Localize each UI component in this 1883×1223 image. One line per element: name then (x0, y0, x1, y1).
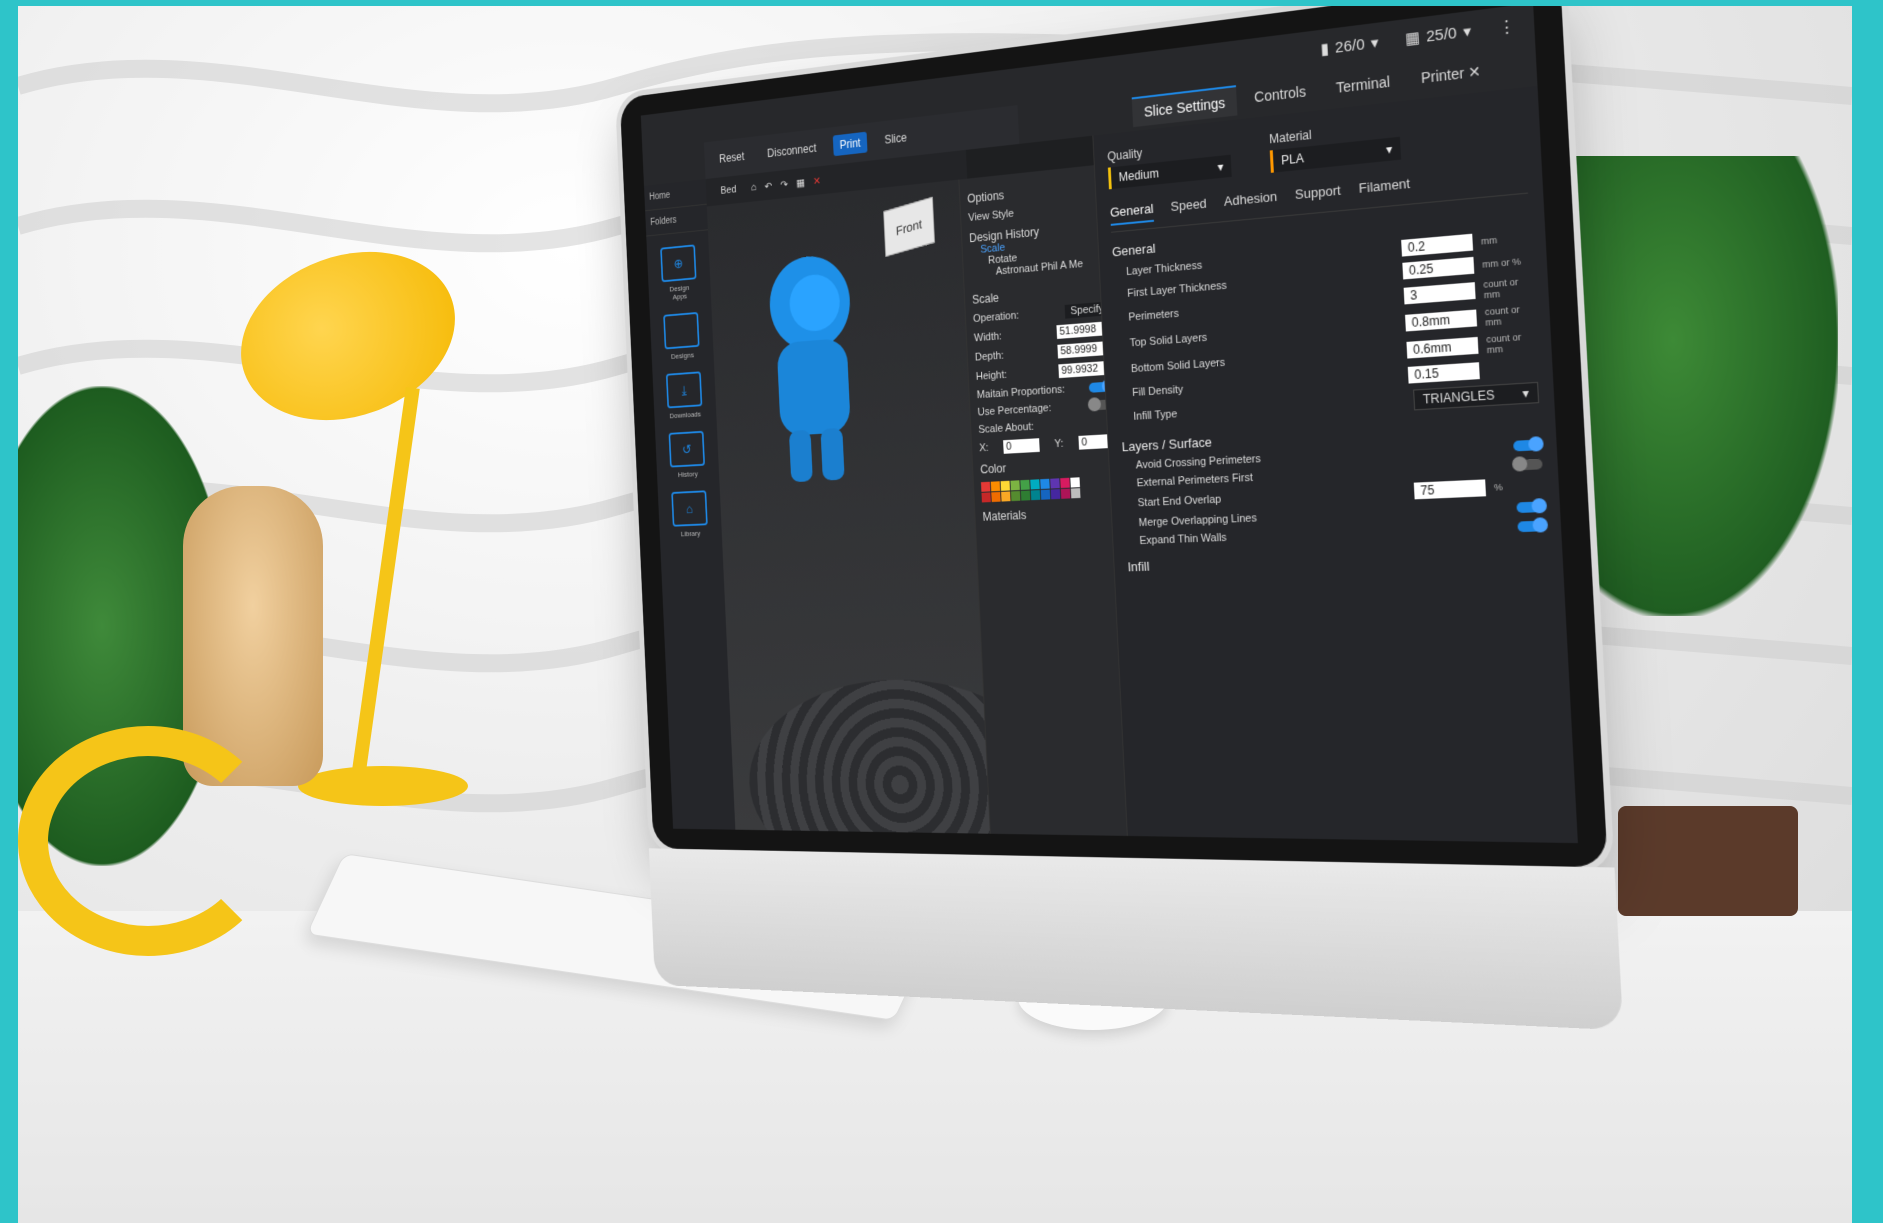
folder-library[interactable]: ⌂ Library (671, 490, 708, 538)
color-header[interactable]: Color (980, 456, 1117, 477)
setting-label: First Layer Thickness (1127, 280, 1227, 300)
width-label: Width: (974, 331, 1002, 345)
expand-thin-label: Expand Thin Walls (1139, 532, 1227, 547)
operation-label: Operation: (973, 310, 1019, 325)
library-icon: ⌂ (671, 490, 708, 526)
setting-label: Top Solid Layers (1129, 332, 1207, 350)
imac-monitor: ▮ 26/0 ▾ ▦ 25/0 ▾ ⋮ Slice Settings Control… (620, 6, 1608, 867)
height-label: Height: (976, 369, 1008, 383)
setting-input[interactable]: 0.6mm (1406, 337, 1478, 359)
infill-group-header[interactable]: Infill (1127, 545, 1547, 574)
more-menu-icon[interactable]: ⋮ (1498, 16, 1515, 37)
print-bed (745, 678, 990, 834)
app-screen: ▮ 26/0 ▾ ▦ 25/0 ▾ ⋮ Slice Settings Control… (641, 6, 1578, 843)
external-first-toggle[interactable] (1514, 459, 1543, 471)
3d-viewport[interactable]: Front (707, 180, 990, 834)
view-cube[interactable]: Front (883, 197, 935, 257)
download-icon: ⤓ (666, 371, 702, 408)
folder-icon (663, 312, 699, 349)
grid-icon[interactable]: ▦ (796, 176, 805, 189)
setting-unit: mm (1481, 232, 1531, 247)
reset-button[interactable]: Reset (712, 145, 751, 170)
tab-filament[interactable]: Filament (1359, 175, 1411, 202)
folder-designs[interactable]: Designs (663, 312, 700, 361)
board-icon: ▦ (1405, 28, 1421, 49)
history-icon: ↺ (669, 431, 705, 468)
tab-speed[interactable]: Speed (1170, 196, 1207, 221)
disconnect-button[interactable]: Disconnect (760, 137, 823, 165)
headphones (18, 726, 278, 956)
bed-button[interactable]: Bed (714, 180, 744, 201)
start-end-input[interactable]: 75 (1414, 479, 1486, 499)
status-left[interactable]: ▮ 26/0 ▾ (1320, 33, 1379, 59)
avoid-crossing-toggle[interactable] (1513, 439, 1542, 451)
status-right[interactable]: ▦ 25/0 ▾ (1405, 21, 1472, 48)
close-icon[interactable]: ✕ (1468, 63, 1481, 81)
folder-history[interactable]: ↺ History (669, 431, 706, 480)
tab-terminal[interactable]: Terminal (1323, 66, 1403, 106)
photo-frame: ▮ 26/0 ▾ ▦ 25/0 ▾ ⋮ Slice Settings Control… (18, 6, 1852, 1223)
setting-label: Fill Density (1132, 384, 1184, 399)
start-end-label: Start End Overlap (1137, 494, 1221, 510)
infill-type-label: Infill Type (1133, 408, 1177, 423)
desk-lamp-base (298, 766, 468, 806)
undo-icon[interactable]: ↶ (764, 180, 772, 193)
setting-label: Perimeters (1128, 308, 1179, 324)
setting-label: Layer Thickness (1126, 260, 1202, 279)
slot-icon: ▮ (1320, 39, 1329, 58)
infill-type-select[interactable]: TRIANGLES ▾ (1413, 382, 1539, 411)
x-label: X: (979, 442, 989, 454)
tab-general[interactable]: General (1110, 201, 1154, 226)
apps-icon: ⊕ (660, 244, 696, 282)
setting-input[interactable]: 0.2 (1401, 234, 1473, 257)
merge-overlapping-toggle[interactable] (1516, 501, 1545, 513)
materials-header[interactable]: Materials (982, 504, 1119, 524)
external-first-label: External Perimeters First (1136, 472, 1253, 490)
setting-unit: count or mm (1483, 275, 1533, 300)
home-link[interactable]: Home (649, 190, 670, 202)
setting-input[interactable]: 3 (1404, 282, 1476, 304)
percentage-label: Use Percentage: (977, 402, 1051, 418)
view-style-label: View Style (968, 207, 1014, 223)
folder-design-apps[interactable]: ⊕ Design Apps (660, 244, 697, 302)
setting-unit: count or mm (1485, 303, 1535, 328)
x-input[interactable] (1003, 438, 1040, 454)
merge-overlapping-label: Merge Overlapping Lines (1138, 512, 1257, 529)
redo-icon[interactable]: ↷ (780, 178, 788, 191)
tab-adhesion[interactable]: Adhesion (1224, 189, 1278, 215)
tab-support[interactable]: Support (1295, 182, 1342, 208)
chevron-down-icon: ▾ (1386, 142, 1393, 157)
setting-unit (1488, 367, 1537, 370)
y-label: Y: (1054, 438, 1064, 450)
scale-about-label: Scale About: (978, 416, 1115, 436)
chevron-down-icon: ▾ (1217, 160, 1224, 175)
maintain-label: Maitain Proportions: (977, 384, 1066, 401)
astronaut-model[interactable] (758, 247, 869, 497)
setting-input[interactable]: 0.15 (1408, 362, 1480, 383)
bonsai-pot (1618, 806, 1798, 916)
nav-folders[interactable]: Folders (645, 205, 708, 237)
start-end-unit: % (1494, 480, 1544, 493)
print-button[interactable]: Print (833, 132, 868, 157)
setting-unit: count or mm (1486, 331, 1536, 356)
setting-input[interactable]: 0.8mm (1405, 310, 1477, 332)
tab-controls[interactable]: Controls (1242, 76, 1319, 115)
setting-input[interactable]: 0.25 (1402, 257, 1474, 280)
slice-button[interactable]: Slice (877, 126, 914, 151)
folder-downloads[interactable]: ⤓ Downloads (666, 371, 703, 420)
color-palette[interactable] (981, 475, 1119, 502)
delete-icon[interactable]: ✕ (813, 174, 821, 187)
slice-settings-panel: Quality Medium ▾ Material PLA ▾ General Sp… (1092, 86, 1578, 843)
setting-label: Bottom Solid Layers (1131, 357, 1226, 375)
avoid-crossing-label: Avoid Crossing Perimeters (1136, 453, 1262, 471)
home-view-icon[interactable]: ⌂ (751, 182, 757, 194)
depth-label: Depth: (975, 350, 1004, 364)
tab-printer[interactable]: Printer ✕ (1408, 55, 1495, 96)
expand-thin-toggle[interactable] (1517, 520, 1546, 532)
setting-unit: mm or % (1482, 255, 1532, 270)
